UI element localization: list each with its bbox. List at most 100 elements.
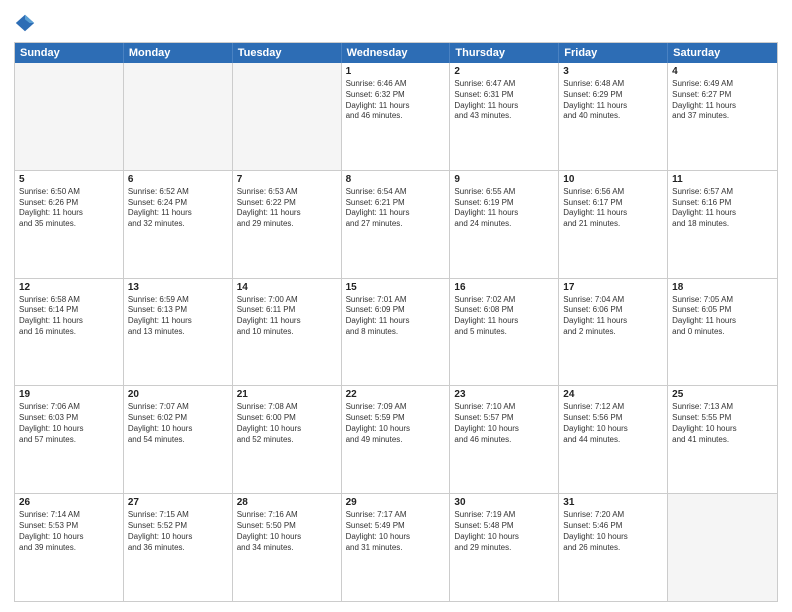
cell-daylight-info: Sunrise: 7:12 AM Sunset: 5:56 PM Dayligh… [563,402,663,445]
calendar-cell: 31 Sunrise: 7:20 AM Sunset: 5:46 PM Dayli… [559,494,668,601]
calendar-cell: 18Sunrise: 7:05 AM Sunset: 6:05 PM Dayli… [668,279,777,386]
calendar-cell: 17 Sunrise: 7:04 AM Sunset: 6:06 PM Dayli… [559,279,668,386]
day-number: 23 [454,389,554,400]
day-number: 26 [19,497,119,508]
day-number: 30 [454,497,554,508]
header-day-sunday: Sunday [15,43,124,63]
cell-daylight-info: Sunrise: 7:20 AM Sunset: 5:46 PM Dayligh… [563,510,663,553]
header-day-tuesday: Tuesday [233,43,342,63]
calendar-row-1: 1Sunrise: 6:46 AM Sunset: 6:32 PM Daylig… [15,63,777,170]
logo [14,12,40,34]
cell-daylight-info: Sunrise: 6:47 AM Sunset: 6:31 PM Dayligh… [454,79,554,122]
cell-daylight-info: Sunrise: 7:13 AM Sunset: 5:55 PM Dayligh… [672,402,773,445]
day-number: 29 [346,497,446,508]
day-number: 16 [454,282,554,293]
cell-daylight-info: Sunrise: 7:17 AM Sunset: 5:49 PM Dayligh… [346,510,446,553]
day-number: 15 [346,282,446,293]
calendar-cell [233,63,342,170]
calendar-cell: 20 Sunrise: 7:07 AM Sunset: 6:02 PM Dayli… [124,386,233,493]
calendar-cell: 14 Sunrise: 7:00 AM Sunset: 6:11 PM Dayli… [233,279,342,386]
day-number: 18 [672,282,773,293]
header [14,12,778,34]
calendar-cell: 27 Sunrise: 7:15 AM Sunset: 5:52 PM Dayli… [124,494,233,601]
day-number: 31 [563,497,663,508]
calendar-cell: 12 Sunrise: 6:58 AM Sunset: 6:14 PM Dayli… [15,279,124,386]
calendar-cell: 7 Sunrise: 6:53 AM Sunset: 6:22 PM Daylig… [233,171,342,278]
day-number: 22 [346,389,446,400]
cell-daylight-info: Sunrise: 6:53 AM Sunset: 6:22 PM Dayligh… [237,187,337,230]
header-day-monday: Monday [124,43,233,63]
day-number: 17 [563,282,663,293]
cell-daylight-info: Sunrise: 7:02 AM Sunset: 6:08 PM Dayligh… [454,295,554,338]
cell-daylight-info: Sunrise: 6:54 AM Sunset: 6:21 PM Dayligh… [346,187,446,230]
calendar-row-4: 19 Sunrise: 7:06 AM Sunset: 6:03 PM Dayli… [15,385,777,493]
calendar-cell: 5Sunrise: 6:50 AM Sunset: 6:26 PM Daylig… [15,171,124,278]
calendar-row-2: 5Sunrise: 6:50 AM Sunset: 6:26 PM Daylig… [15,170,777,278]
calendar-header: SundayMondayTuesdayWednesdayThursdayFrid… [15,43,777,63]
header-day-saturday: Saturday [668,43,777,63]
day-number: 2 [454,66,554,77]
day-number: 21 [237,389,337,400]
calendar-cell: 2 Sunrise: 6:47 AM Sunset: 6:31 PM Daylig… [450,63,559,170]
calendar-cell: 4 Sunrise: 6:49 AM Sunset: 6:27 PM Daylig… [668,63,777,170]
day-number: 6 [128,174,228,185]
cell-daylight-info: Sunrise: 7:06 AM Sunset: 6:03 PM Dayligh… [19,402,119,445]
calendar-cell: 30 Sunrise: 7:19 AM Sunset: 5:48 PM Dayli… [450,494,559,601]
day-number: 4 [672,66,773,77]
day-number: 14 [237,282,337,293]
cell-daylight-info: Sunrise: 6:48 AM Sunset: 6:29 PM Dayligh… [563,79,663,122]
cell-daylight-info: Sunrise: 7:16 AM Sunset: 5:50 PM Dayligh… [237,510,337,553]
calendar-cell: 26Sunrise: 7:14 AM Sunset: 5:53 PM Dayli… [15,494,124,601]
cell-daylight-info: Sunrise: 7:15 AM Sunset: 5:52 PM Dayligh… [128,510,228,553]
cell-daylight-info: Sunrise: 7:09 AM Sunset: 5:59 PM Dayligh… [346,402,446,445]
day-number: 24 [563,389,663,400]
calendar-cell [668,494,777,601]
day-number: 11 [672,174,773,185]
calendar-cell: 16 Sunrise: 7:02 AM Sunset: 6:08 PM Dayli… [450,279,559,386]
day-number: 7 [237,174,337,185]
calendar-cell: 6Sunrise: 6:52 AM Sunset: 6:24 PM Daylig… [124,171,233,278]
cell-daylight-info: Sunrise: 7:00 AM Sunset: 6:11 PM Dayligh… [237,295,337,338]
day-number: 10 [563,174,663,185]
calendar-cell: 3Sunrise: 6:48 AM Sunset: 6:29 PM Daylig… [559,63,668,170]
calendar-cell [124,63,233,170]
cell-daylight-info: Sunrise: 6:56 AM Sunset: 6:17 PM Dayligh… [563,187,663,230]
cell-daylight-info: Sunrise: 7:10 AM Sunset: 5:57 PM Dayligh… [454,402,554,445]
calendar-cell: 28Sunrise: 7:16 AM Sunset: 5:50 PM Dayli… [233,494,342,601]
day-number: 25 [672,389,773,400]
day-number: 8 [346,174,446,185]
calendar-cell: 29 Sunrise: 7:17 AM Sunset: 5:49 PM Dayli… [342,494,451,601]
calendar-cell: 9 Sunrise: 6:55 AM Sunset: 6:19 PM Daylig… [450,171,559,278]
day-number: 1 [346,66,446,77]
calendar-row-3: 12 Sunrise: 6:58 AM Sunset: 6:14 PM Dayli… [15,278,777,386]
calendar-cell [15,63,124,170]
calendar: SundayMondayTuesdayWednesdayThursdayFrid… [14,42,778,602]
day-number: 20 [128,389,228,400]
calendar-cell: 13Sunrise: 6:59 AM Sunset: 6:13 PM Dayli… [124,279,233,386]
calendar-row-5: 26Sunrise: 7:14 AM Sunset: 5:53 PM Dayli… [15,493,777,601]
calendar-cell: 25 Sunrise: 7:13 AM Sunset: 5:55 PM Dayli… [668,386,777,493]
cell-daylight-info: Sunrise: 6:55 AM Sunset: 6:19 PM Dayligh… [454,187,554,230]
calendar-cell: 8 Sunrise: 6:54 AM Sunset: 6:21 PM Daylig… [342,171,451,278]
calendar-cell: 22 Sunrise: 7:09 AM Sunset: 5:59 PM Dayli… [342,386,451,493]
day-number: 27 [128,497,228,508]
calendar-cell: 21 Sunrise: 7:08 AM Sunset: 6:00 PM Dayli… [233,386,342,493]
calendar-body: 1Sunrise: 6:46 AM Sunset: 6:32 PM Daylig… [15,63,777,601]
day-number: 19 [19,389,119,400]
cell-daylight-info: Sunrise: 7:19 AM Sunset: 5:48 PM Dayligh… [454,510,554,553]
cell-daylight-info: Sunrise: 7:08 AM Sunset: 6:00 PM Dayligh… [237,402,337,445]
calendar-cell: 23 Sunrise: 7:10 AM Sunset: 5:57 PM Dayli… [450,386,559,493]
cell-daylight-info: Sunrise: 7:07 AM Sunset: 6:02 PM Dayligh… [128,402,228,445]
header-day-friday: Friday [559,43,668,63]
cell-daylight-info: Sunrise: 7:04 AM Sunset: 6:06 PM Dayligh… [563,295,663,338]
header-day-thursday: Thursday [450,43,559,63]
calendar-cell: 11 Sunrise: 6:57 AM Sunset: 6:16 PM Dayli… [668,171,777,278]
calendar-cell: 10 Sunrise: 6:56 AM Sunset: 6:17 PM Dayli… [559,171,668,278]
cell-daylight-info: Sunrise: 6:50 AM Sunset: 6:26 PM Dayligh… [19,187,119,230]
cell-daylight-info: Sunrise: 6:57 AM Sunset: 6:16 PM Dayligh… [672,187,773,230]
day-number: 12 [19,282,119,293]
cell-daylight-info: Sunrise: 6:49 AM Sunset: 6:27 PM Dayligh… [672,79,773,122]
day-number: 9 [454,174,554,185]
page: SundayMondayTuesdayWednesdayThursdayFrid… [0,0,792,612]
cell-daylight-info: Sunrise: 6:58 AM Sunset: 6:14 PM Dayligh… [19,295,119,338]
